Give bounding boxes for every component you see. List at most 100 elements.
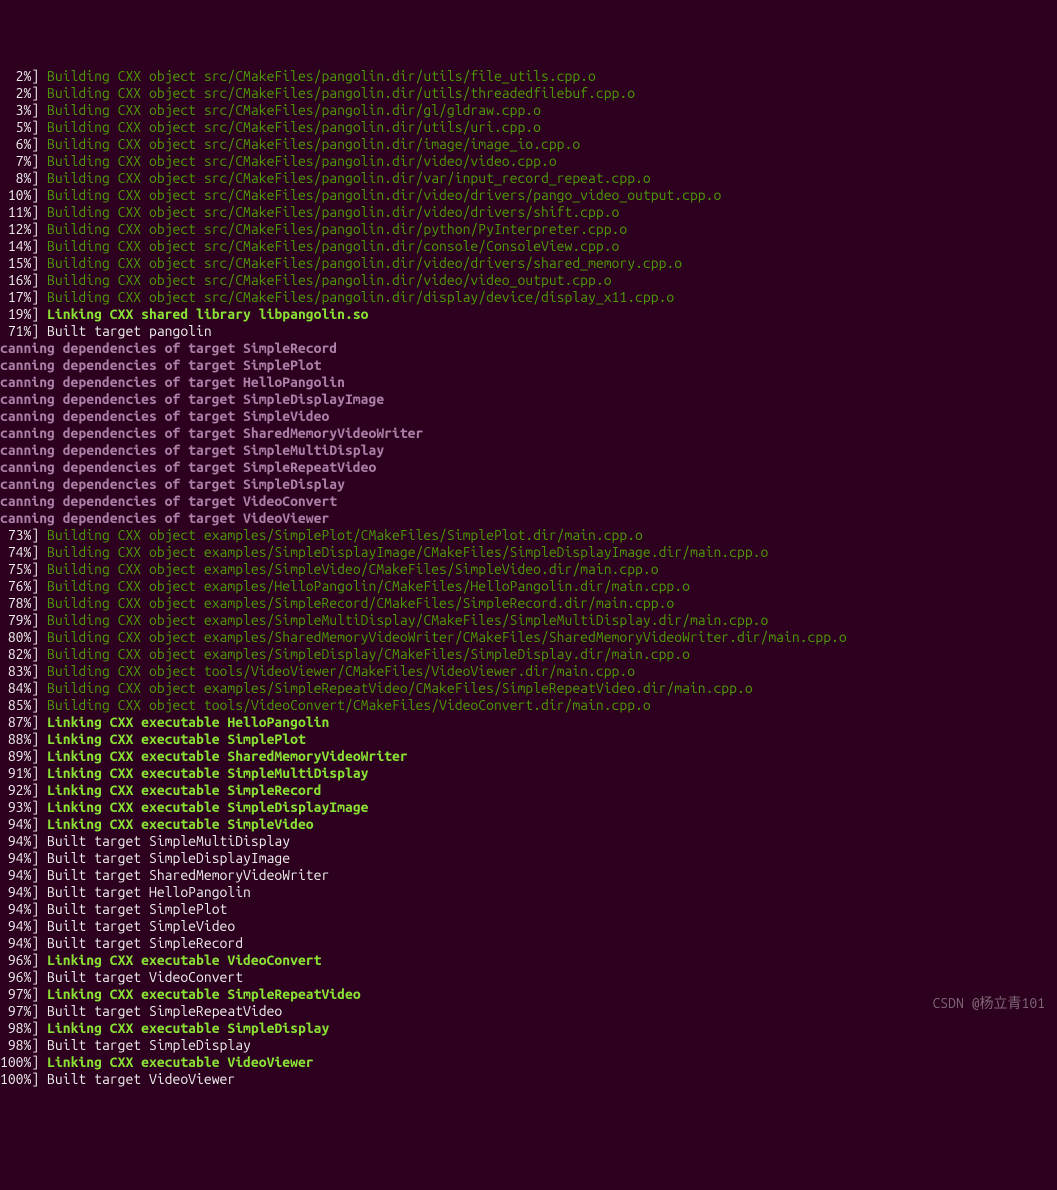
bracket: ] [31,561,47,577]
terminal-line: 98%] Built target SimpleDisplay [0,1037,1057,1054]
progress-percent: 96% [0,969,31,985]
progress-percent: 82% [0,646,31,662]
terminal-line: 85%] Building CXX object tools/VideoConv… [0,697,1057,714]
scan-message: canning dependencies of target HelloPang… [0,374,345,390]
scan-message: canning dependencies of target VideoConv… [0,493,337,509]
terminal-output[interactable]: 2%] Building CXX object src/CMakeFiles/p… [0,68,1057,1088]
progress-percent: 98% [0,1037,31,1053]
build-message: Building CXX object src/CMakeFiles/pango… [47,289,674,305]
terminal-line: canning dependencies of target SimpleDis… [0,391,1057,408]
progress-percent: 3% [0,102,31,118]
built-message: Built target SimpleVideo [47,918,235,934]
progress-percent: 98% [0,1020,31,1036]
progress-percent: 74% [0,544,31,560]
built-message: Built target SimpleMultiDisplay [47,833,290,849]
progress-percent: 94% [0,884,31,900]
bracket: ] [31,935,47,951]
bracket: ] [31,306,47,322]
bracket: ] [31,782,47,798]
bracket: ] [31,578,47,594]
link-message: Linking CXX executable SimpleRepeatVideo [47,986,361,1002]
progress-percent: 97% [0,986,31,1002]
link-message: Linking CXX executable HelloPangolin [47,714,329,730]
build-message: Building CXX object src/CMakeFiles/pango… [47,85,635,101]
bracket: ] [31,1037,47,1053]
build-message: Building CXX object src/CMakeFiles/pango… [47,238,619,254]
scan-message: canning dependencies of target SimpleVid… [0,408,329,424]
progress-percent: 2% [0,68,31,84]
bracket: ] [31,68,47,84]
terminal-line: 97%] Built target SimpleRepeatVideo [0,1003,1057,1020]
scan-message: canning dependencies of target SimpleDis… [0,476,345,492]
build-message: Building CXX object examples/SimpleDispl… [47,646,690,662]
link-message: Linking CXX executable VideoConvert [47,952,321,968]
link-message: Linking CXX executable SimpleDisplayImag… [47,799,368,815]
progress-percent: 8% [0,170,31,186]
terminal-line: 71%] Built target pangolin [0,323,1057,340]
built-message: Built target SharedMemoryVideoWriter [47,867,329,883]
progress-percent: 84% [0,680,31,696]
bracket: ] [31,102,47,118]
terminal-line: 17%] Building CXX object src/CMakeFiles/… [0,289,1057,306]
terminal-line: 84%] Building CXX object examples/Simple… [0,680,1057,697]
terminal-line: 91%] Linking CXX executable SimpleMultiD… [0,765,1057,782]
bracket: ] [31,816,47,832]
terminal-line: 94%] Built target SimpleVideo [0,918,1057,935]
built-message: Built target HelloPangolin [47,884,251,900]
build-message: Building CXX object examples/SimpleMulti… [47,612,768,628]
terminal-line: 80%] Building CXX object examples/Shared… [0,629,1057,646]
terminal-line: 16%] Building CXX object src/CMakeFiles/… [0,272,1057,289]
progress-percent: 10% [0,187,31,203]
link-message: Linking CXX executable SimplePlot [47,731,306,747]
terminal-line: 2%] Building CXX object src/CMakeFiles/p… [0,68,1057,85]
link-message: Linking CXX executable VideoViewer [47,1054,314,1070]
terminal-line: 87%] Linking CXX executable HelloPangoli… [0,714,1057,731]
progress-percent: 17% [0,289,31,305]
bracket: ] [31,646,47,662]
bracket: ] [31,323,47,339]
link-message: Linking CXX executable SimpleMultiDispla… [47,765,368,781]
build-message: Building CXX object src/CMakeFiles/pango… [47,187,721,203]
bracket: ] [31,714,47,730]
link-message: Linking CXX executable SimpleRecord [47,782,321,798]
progress-percent: 83% [0,663,31,679]
bracket: ] [31,748,47,764]
bracket: ] [31,969,47,985]
terminal-line: 93%] Linking CXX executable SimpleDispla… [0,799,1057,816]
built-message: Built target SimpleRecord [47,935,243,951]
scan-message: canning dependencies of target SimpleMul… [0,442,384,458]
build-message: Building CXX object src/CMakeFiles/pango… [47,204,619,220]
progress-percent: 88% [0,731,31,747]
terminal-line: 73%] Building CXX object examples/Simple… [0,527,1057,544]
progress-percent: 78% [0,595,31,611]
terminal-line: 89%] Linking CXX executable SharedMemory… [0,748,1057,765]
built-message: Built target VideoViewer [47,1071,235,1087]
terminal-line: 94%] Built target SimpleMultiDisplay [0,833,1057,850]
progress-percent: 16% [0,272,31,288]
terminal-line: 100%] Built target VideoViewer [0,1071,1057,1088]
terminal-line: 94%] Built target SimpleRecord [0,935,1057,952]
terminal-line: 94%] Linking CXX executable SimpleVideo [0,816,1057,833]
terminal-line: 3%] Building CXX object src/CMakeFiles/p… [0,102,1057,119]
bracket: ] [31,1003,47,1019]
build-message: Building CXX object tools/VideoViewer/CM… [47,663,635,679]
build-message: Building CXX object src/CMakeFiles/pango… [47,272,611,288]
terminal-line: 15%] Building CXX object src/CMakeFiles/… [0,255,1057,272]
progress-percent: 97% [0,1003,31,1019]
progress-percent: 91% [0,765,31,781]
build-message: Building CXX object src/CMakeFiles/pango… [47,136,580,152]
build-message: Building CXX object src/CMakeFiles/pango… [47,221,627,237]
terminal-line: 7%] Building CXX object src/CMakeFiles/p… [0,153,1057,170]
terminal-line: 97%] Linking CXX executable SimpleRepeat… [0,986,1057,1003]
build-message: Building CXX object examples/SimpleRepea… [47,680,753,696]
progress-percent: 14% [0,238,31,254]
built-message: Built target SimpleRepeatVideo [47,1003,282,1019]
bracket: ] [31,272,47,288]
terminal-line: canning dependencies of target SimpleRep… [0,459,1057,476]
progress-percent: 94% [0,901,31,917]
bracket: ] [31,1054,47,1070]
build-message: Building CXX object tools/VideoConvert/C… [47,697,651,713]
terminal-line: canning dependencies of target SimpleVid… [0,408,1057,425]
terminal-line: canning dependencies of target SimpleMul… [0,442,1057,459]
built-message: Built target SimpleDisplayImage [47,850,290,866]
